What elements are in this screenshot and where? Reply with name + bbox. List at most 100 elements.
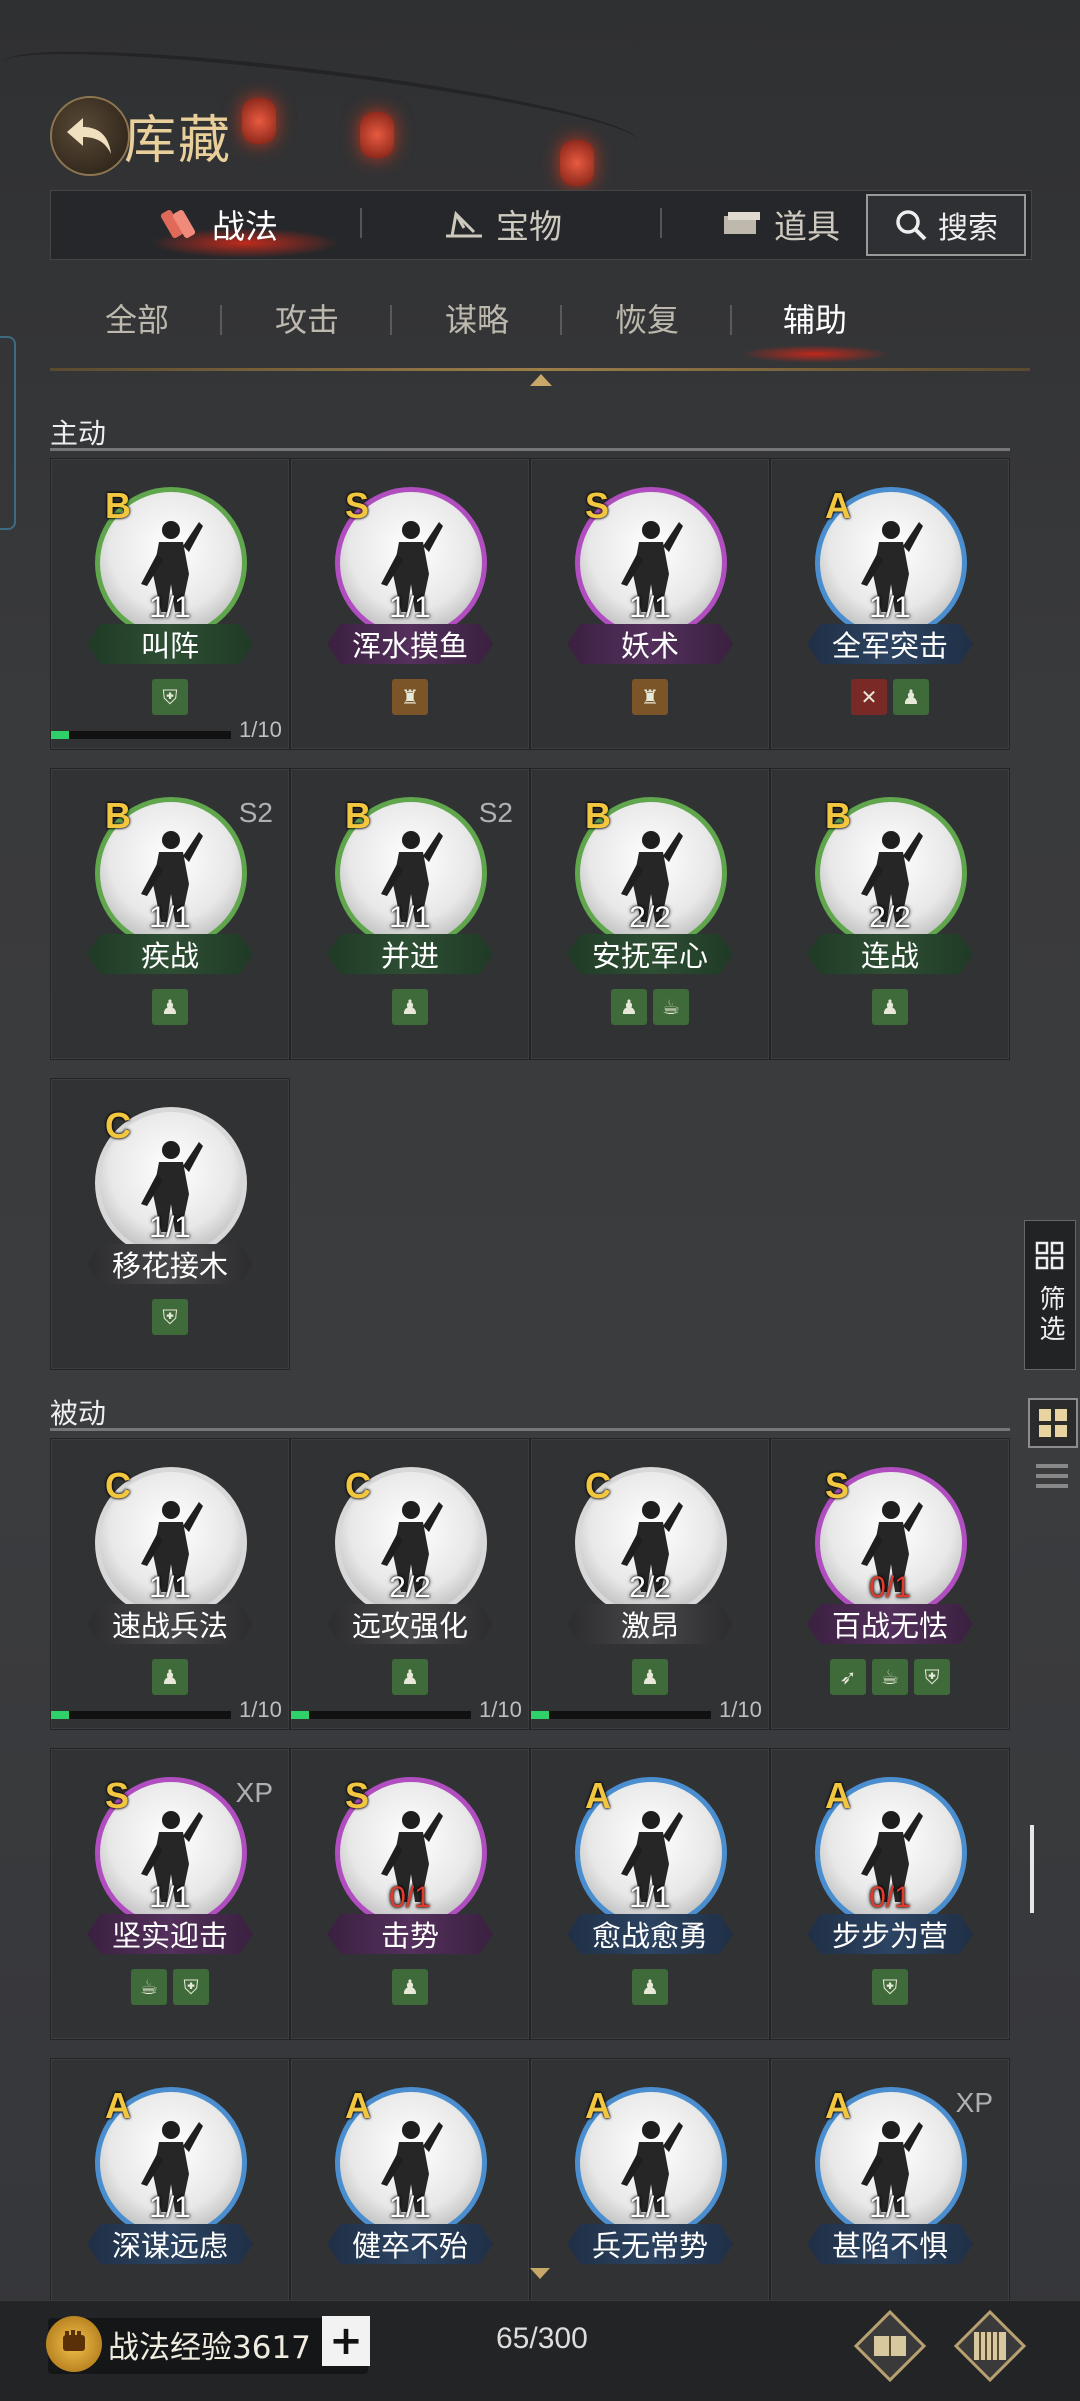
owned-count: 1/1: [149, 1571, 191, 1604]
tab-items[interactable]: 道具: [722, 190, 840, 258]
soldier-up-icon: ♟: [392, 1969, 428, 2005]
tactic-card[interactable]: S 1/1 妖术 ♜: [530, 458, 770, 750]
tactic-card[interactable]: S 0/1 击势 ♟: [290, 1748, 530, 2040]
tactic-card[interactable]: C 1/1 速战兵法 ♟ 1/10: [50, 1438, 290, 1730]
tab-tactics-label: 战法: [212, 207, 278, 246]
tactic-card[interactable]: C 1/1 移花接木 ⛨: [50, 1078, 290, 1370]
subtab-divider: [730, 305, 732, 335]
section-passive-title: 被动: [50, 1397, 107, 1430]
owned-count: 1/1: [869, 2191, 911, 2224]
list-view-button[interactable]: [1034, 1458, 1070, 1494]
search-button[interactable]: 搜索: [866, 194, 1026, 256]
type-icons: ✕ ♟: [771, 679, 1009, 715]
owned-count: 0/1: [389, 1881, 431, 1914]
tactic-card[interactable]: S XP 1/1 坚实迎击 ☕ ⛨: [50, 1748, 290, 2040]
lantern-icon: [242, 98, 276, 144]
tactic-name: 深谋远虑: [87, 2224, 253, 2264]
owned-count: 1/1: [149, 591, 191, 624]
subtab-attack[interactable]: 攻击: [242, 290, 372, 346]
tactic-name: 甚陷不惧: [807, 2224, 973, 2264]
tactic-card[interactable]: B S2 1/1 疾战 ♟: [50, 768, 290, 1060]
grade-badge: A: [585, 1775, 611, 1816]
convert-button[interactable]: [852, 2308, 928, 2384]
scroll-archive-button[interactable]: [952, 2308, 1028, 2384]
tactic-name: 移花接木: [87, 1244, 253, 1284]
season-tag: S2: [238, 797, 273, 828]
owned-count: 1/1: [389, 2191, 431, 2224]
tactic-name: 兵无常势: [567, 2224, 733, 2264]
upgrade-progress-bar: [51, 731, 231, 739]
owned-count: 1/1: [149, 901, 191, 934]
scrollbar-thumb[interactable]: [1030, 1825, 1034, 1913]
tactic-card[interactable]: A 0/1 步步为营 ⛨: [770, 1748, 1010, 2040]
tactic-card[interactable]: S 1/1 浑水摸鱼 ♜: [290, 458, 530, 750]
subtab-divider: [560, 305, 562, 335]
soldier-up-icon: ♟: [392, 989, 428, 1025]
soldier-up-icon: ♟: [872, 989, 908, 1025]
grid-view-button[interactable]: [1028, 1398, 1078, 1448]
tactic-name: 疾战: [87, 934, 253, 974]
season-tag: XP: [955, 2087, 993, 2118]
owned-count: 2/2: [389, 1571, 431, 1604]
tab-treasure[interactable]: 宝物: [444, 190, 562, 258]
grade-badge: C: [105, 1465, 131, 1506]
boat-icon: [446, 210, 482, 238]
helmet-icon: ♜: [392, 679, 428, 715]
tactic-card[interactable]: B 1/1 叫阵 ⛨ 1/10: [50, 458, 290, 750]
type-icons: ♜: [531, 679, 769, 715]
tactic-card[interactable]: C 2/2 激昂 ♟ 1/10: [530, 1438, 770, 1730]
subtab-support[interactable]: 辅助: [750, 290, 880, 346]
tab-tactics[interactable]: 战法: [160, 190, 278, 258]
tactic-name: 叫阵: [87, 624, 253, 664]
search-label: 搜索: [938, 211, 998, 246]
side-handle[interactable]: [0, 336, 16, 530]
type-icons: ⛨: [51, 1299, 289, 1335]
subtab-divider: [220, 305, 222, 335]
type-icons: ⛨: [51, 679, 289, 715]
type-icons: ♟: [291, 1659, 529, 1695]
tactic-card[interactable]: A 1/1 愈战愈勇 ♟: [530, 1748, 770, 2040]
tactic-card[interactable]: B 2/2 连战 ♟: [770, 768, 1010, 1060]
progress-fill: [51, 731, 69, 739]
shield-icon: ⛨: [872, 1969, 908, 2005]
subtab-strategy[interactable]: 谋略: [412, 290, 542, 346]
shield-icon: ⛨: [152, 679, 188, 715]
tactic-name: 健卒不殆: [327, 2224, 493, 2264]
progress-fill: [531, 1711, 549, 1719]
tactic-card[interactable]: B 2/2 安抚军心 ♟ ☕: [530, 768, 770, 1060]
tactic-card[interactable]: B S2 1/1 并进 ♟: [290, 768, 530, 1060]
list-view-icon: [1036, 1464, 1068, 1488]
subtab-recovery[interactable]: 恢复: [582, 290, 712, 346]
back-button[interactable]: [50, 96, 130, 176]
subtab-divider: [390, 305, 392, 335]
grade-badge: B: [105, 485, 131, 526]
grade-badge: A: [345, 2085, 371, 2126]
tactic-name: 百战无怯: [807, 1604, 973, 1644]
grade-badge: A: [105, 2085, 131, 2126]
active-subtab-glow: [740, 345, 890, 363]
owned-count: 2/2: [629, 1571, 671, 1604]
section-active-title: 主动: [50, 417, 107, 450]
swords-icon: ✕: [851, 679, 887, 715]
tactic-card[interactable]: A 1/1 全军突击 ✕ ♟: [770, 458, 1010, 750]
tactic-card[interactable]: C 2/2 远攻强化 ♟ 1/10: [290, 1438, 530, 1730]
filter-button[interactable]: 筛选: [1024, 1220, 1076, 1370]
grade-badge: A: [585, 2085, 611, 2126]
type-icons: ♟: [531, 1969, 769, 2005]
type-icons: ♟: [51, 989, 289, 1025]
add-exp-button[interactable]: +: [322, 2316, 370, 2366]
upgrade-progress-text: 1/10: [479, 1697, 522, 1722]
owned-count: 1/1: [629, 591, 671, 624]
tactic-name: 速战兵法: [87, 1604, 253, 1644]
grid-view-icon: [1039, 1409, 1067, 1437]
arrow-icon: ➶: [830, 1659, 866, 1695]
tactic-card[interactable]: S 0/1 百战无怯 ➶ ☕ ⛨: [770, 1438, 1010, 1730]
upgrade-progress-bar: [51, 1711, 231, 1719]
type-icons: ♜: [291, 679, 529, 715]
progress-fill: [291, 1711, 309, 1719]
grade-badge: B: [105, 795, 131, 836]
grade-badge: B: [825, 795, 851, 836]
type-icons: ♟ ☕: [531, 989, 769, 1025]
soldier-up-icon: ♟: [152, 989, 188, 1025]
subtab-all[interactable]: 全部: [72, 290, 202, 346]
